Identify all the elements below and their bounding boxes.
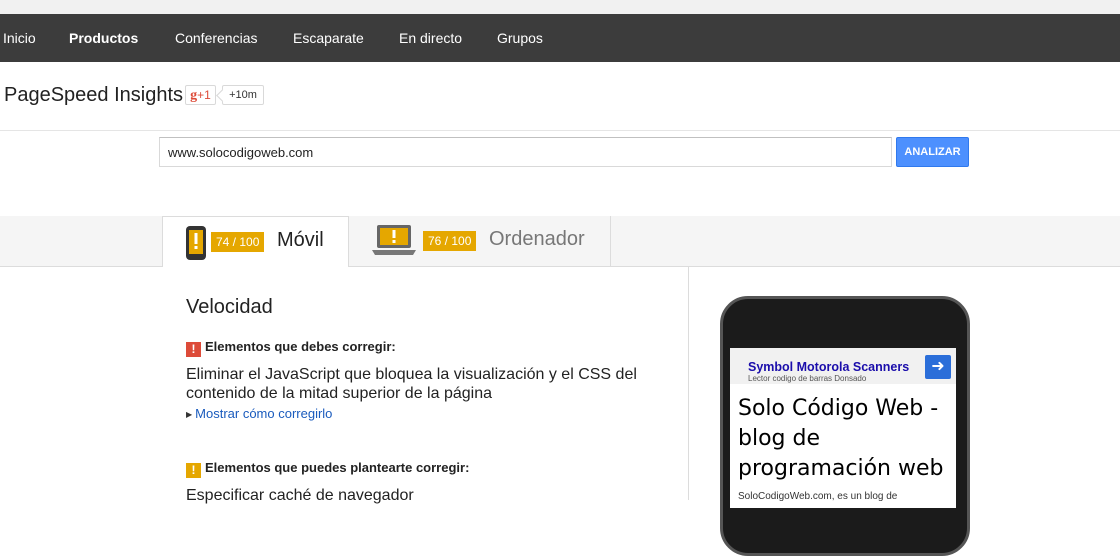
tab-mobile-label: Móvil xyxy=(277,229,324,251)
ad-banner[interactable]: Symbol Motorola Scanners Lector codigo d… xyxy=(730,348,956,384)
show-how-to-fix-label: Mostrar cómo corregirlo xyxy=(195,406,333,421)
expand-triangle-icon: ▶ xyxy=(186,410,193,419)
mobile-score-badge: 74 / 100 xyxy=(211,232,265,252)
page-title: PageSpeed Insights xyxy=(4,84,184,106)
panel-divider xyxy=(688,267,689,500)
must-fix-heading: ! Elementos que debes corregir: xyxy=(186,339,396,357)
laptop-warning-icon xyxy=(372,225,416,255)
consider-fix-heading-label: Elementos que puedes plantearte corregir… xyxy=(205,460,470,475)
tab-mobile[interactable]: 74 / 100 Móvil xyxy=(162,216,349,267)
desktop-score-badge: 76 / 100 xyxy=(423,231,477,251)
error-icon: ! xyxy=(186,342,201,357)
plus-one-label: +1 xyxy=(197,88,211,102)
must-fix-rule: Eliminar el JavaScript que bloquea la vi… xyxy=(186,366,637,402)
phone-preview-screen: Symbol Motorola Scanners Lector codigo d… xyxy=(730,348,956,508)
tab-desktop-label: Ordenador xyxy=(489,228,585,250)
url-input[interactable] xyxy=(159,137,892,167)
tab-desktop[interactable]: 76 / 100 Ordenador xyxy=(349,216,611,266)
google-plus-one-button[interactable]: g+1 xyxy=(185,85,216,105)
nav-item-grupos[interactable]: Grupos xyxy=(497,14,543,62)
consider-fix-heading: ! Elementos que puedes plantearte corregi… xyxy=(186,460,469,478)
nav-item-conferencias[interactable]: Conferencias xyxy=(175,14,258,62)
nav-item-inicio[interactable]: Inicio xyxy=(3,14,36,62)
title-bar: PageSpeed Insights g+1 +10m xyxy=(0,62,1120,131)
nav-item-productos[interactable]: Productos xyxy=(69,14,138,62)
preview-site-title: Solo Código Web - blog de programación w… xyxy=(738,396,944,481)
show-how-to-fix-link[interactable]: ▶ Mostrar cómo corregirlo xyxy=(186,406,332,421)
top-navigation-bar: Inicio Productos Conferencias Escaparate… xyxy=(0,14,1120,62)
warning-icon: ! xyxy=(186,463,201,478)
preview-site-description: SoloCodigoWeb.com, es un blog de xyxy=(738,491,898,502)
analyze-button[interactable]: ANALIZAR xyxy=(896,137,969,167)
ad-subtitle: Lector codigo de barras Donsado xyxy=(748,374,867,383)
browser-top-strip xyxy=(0,0,1120,14)
section-title: Velocidad xyxy=(186,296,273,318)
ad-title: Symbol Motorola Scanners xyxy=(748,360,910,374)
nav-item-escaparate[interactable]: Escaparate xyxy=(293,14,364,62)
nav-item-en-directo[interactable]: En directo xyxy=(399,14,462,62)
consider-fix-rule: Especificar caché de navegador xyxy=(186,487,414,504)
phone-warning-icon xyxy=(186,226,206,260)
arrow-right-icon: ➜ xyxy=(925,355,951,379)
must-fix-heading-label: Elementos que debes corregir: xyxy=(205,339,396,354)
plus-one-count-bubble: +10m xyxy=(222,85,264,105)
